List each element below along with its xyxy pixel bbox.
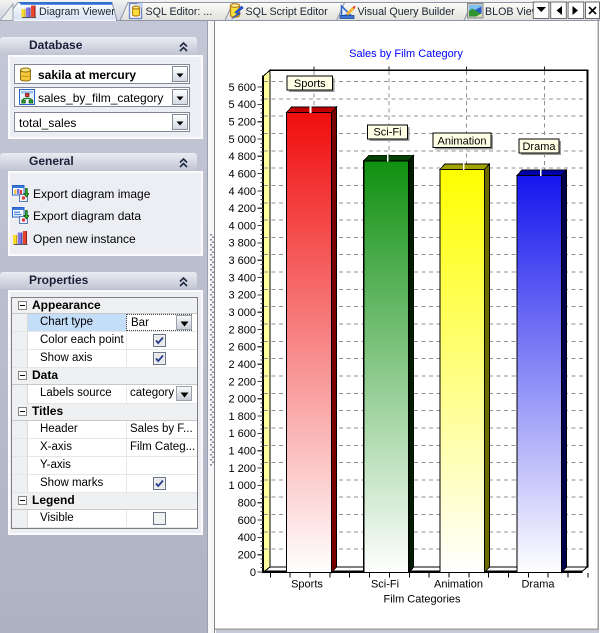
svg-text:2 200: 2 200	[228, 376, 256, 388]
svg-text:5 000: 5 000	[228, 134, 256, 146]
svg-text:4 000: 4 000	[228, 220, 256, 232]
svg-text:3 200: 3 200	[228, 290, 256, 302]
svg-text:Sports: Sports	[294, 78, 326, 90]
svg-text:Sci-Fi: Sci-Fi	[373, 127, 401, 139]
svg-text:5 200: 5 200	[228, 116, 256, 128]
svg-text:Visual Query Builder: Visual Query Builder	[358, 6, 456, 18]
svg-text:2 400: 2 400	[228, 359, 256, 371]
svg-text:Drama: Drama	[522, 141, 556, 153]
svg-text:Animation: Animation	[434, 579, 483, 591]
svg-text:5 600: 5 600	[228, 82, 256, 94]
svg-text:SQL Script Editor: SQL Script Editor	[246, 6, 329, 18]
svg-text:1 000: 1 000	[228, 480, 256, 492]
svg-text:3 000: 3 000	[228, 307, 256, 319]
svg-text:1 600: 1 600	[228, 428, 256, 440]
svg-text:1 200: 1 200	[228, 463, 256, 475]
svg-text:Diagram Viewer: Diagram Viewer	[39, 6, 115, 18]
svg-text:Film Categories: Film Categories	[383, 593, 461, 605]
svg-text:4 400: 4 400	[228, 186, 256, 198]
svg-text:Sci-Fi: Sci-Fi	[371, 579, 399, 591]
svg-text:3 400: 3 400	[228, 272, 256, 284]
svg-text:800: 800	[238, 498, 256, 510]
svg-text:Sports: Sports	[291, 579, 323, 591]
svg-text:400: 400	[238, 532, 256, 544]
svg-text:Drama: Drama	[521, 579, 555, 591]
svg-text:4 600: 4 600	[228, 168, 256, 180]
svg-text:4 800: 4 800	[228, 151, 256, 163]
svg-text:600: 600	[238, 515, 256, 527]
svg-text:2 000: 2 000	[228, 394, 256, 406]
svg-text:2 600: 2 600	[228, 342, 256, 354]
svg-text:SQL Editor: ...: SQL Editor: ...	[146, 6, 213, 18]
svg-text:Sales by Film Category: Sales by Film Category	[349, 48, 463, 60]
svg-text:2 800: 2 800	[228, 324, 256, 336]
svg-text:0: 0	[250, 567, 256, 579]
svg-text:200: 200	[238, 549, 256, 561]
svg-text:1 400: 1 400	[228, 446, 256, 458]
svg-text:5 400: 5 400	[228, 99, 256, 111]
svg-text:Animation: Animation	[438, 135, 487, 147]
svg-text:4 200: 4 200	[228, 203, 256, 215]
svg-text:1 800: 1 800	[228, 411, 256, 423]
svg-text:3 800: 3 800	[228, 238, 256, 250]
svg-text:3 600: 3 600	[228, 255, 256, 267]
